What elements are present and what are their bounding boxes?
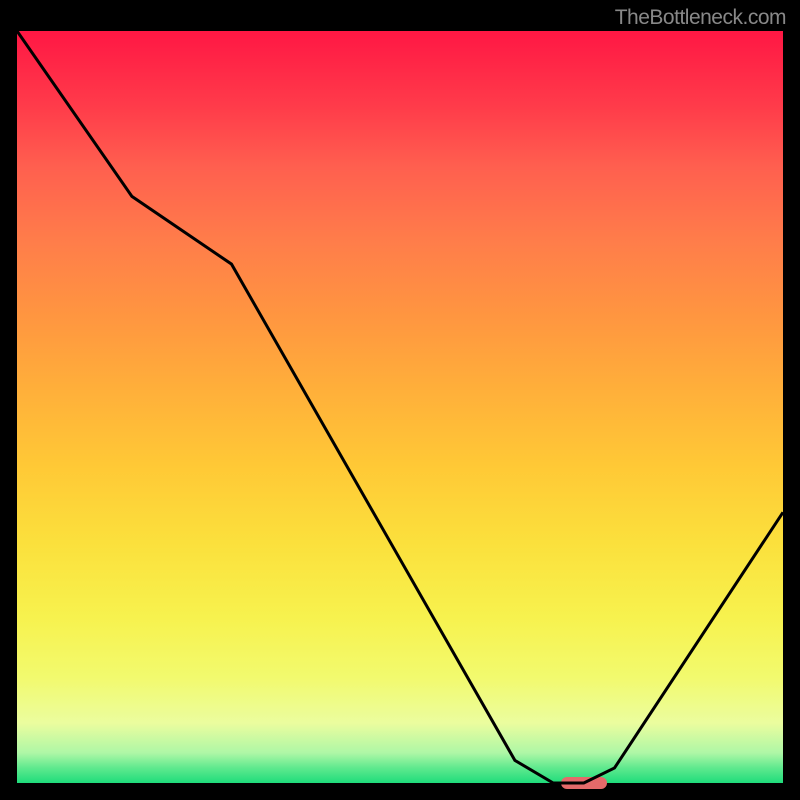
plot-area — [17, 31, 783, 783]
watermark-text: TheBottleneck.com — [615, 6, 786, 30]
bottleneck-curve — [17, 31, 783, 783]
chart-frame: TheBottleneck.com — [0, 0, 800, 800]
curve-path — [17, 31, 783, 783]
